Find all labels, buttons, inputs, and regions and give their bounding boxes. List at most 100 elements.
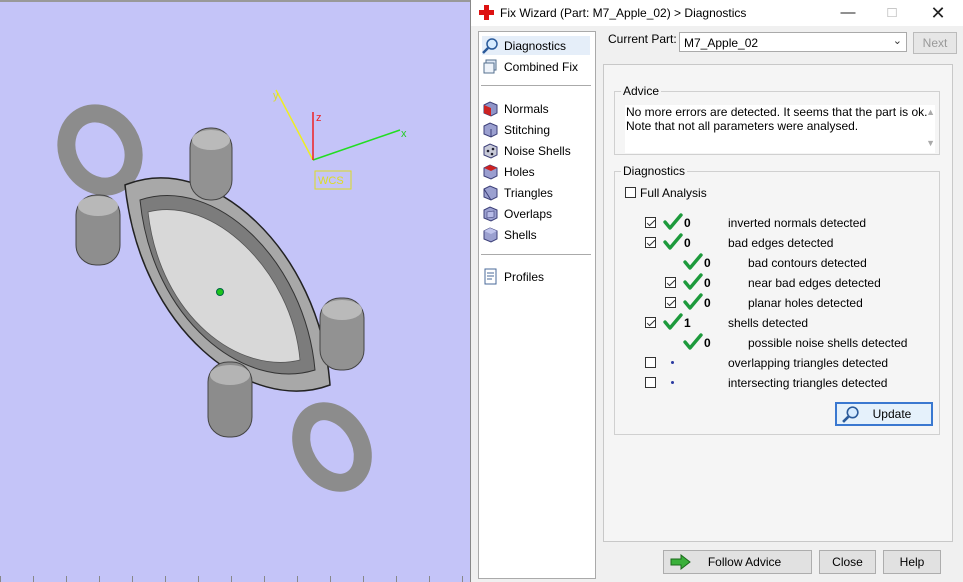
diagnostic-row-count: 0 bbox=[704, 256, 711, 270]
axis-y-label: y bbox=[273, 90, 279, 102]
advice-line-1: No more errors are detected. It seems th… bbox=[626, 105, 928, 119]
checkmark-icon bbox=[683, 293, 703, 311]
update-label: Update bbox=[872, 407, 912, 421]
not-run-dot-icon bbox=[671, 361, 674, 364]
wcs-label: WCS bbox=[318, 175, 344, 187]
advice-title: Advice bbox=[621, 84, 662, 98]
nav-label: Diagnostics bbox=[504, 38, 567, 53]
noise-shells-icon bbox=[483, 143, 498, 159]
diagnostic-row-checkbox[interactable] bbox=[645, 217, 656, 228]
nav-separator bbox=[481, 254, 591, 255]
jewelry-model[interactable] bbox=[53, 101, 375, 494]
current-part-value: M7_Apple_02 bbox=[684, 36, 759, 50]
advice-line-2: Note that not all parameters were analys… bbox=[626, 119, 859, 133]
diagnostics-group: Diagnostics Full Analysis 0 inverted norm… bbox=[614, 164, 940, 435]
overlaps-cube-icon bbox=[483, 206, 498, 222]
arrow-right-icon bbox=[670, 554, 691, 570]
nav-item-profiles[interactable]: Profiles bbox=[482, 267, 590, 286]
diagnostic-row-checkbox[interactable] bbox=[645, 377, 656, 388]
update-button[interactable]: Update bbox=[835, 402, 933, 426]
nav-item-noise-shells[interactable]: Noise Shells bbox=[482, 141, 590, 160]
diagnostics-panel: Advice No more errors are detected. It s… bbox=[603, 64, 953, 542]
close-button[interactable]: Close bbox=[819, 550, 876, 574]
nav-label: Shells bbox=[504, 227, 537, 242]
stitching-cube-icon bbox=[483, 122, 498, 138]
full-analysis-checkbox[interactable] bbox=[625, 187, 636, 198]
maximize-icon[interactable]: □ bbox=[877, 2, 907, 24]
diagnostic-row-count: 0 bbox=[684, 236, 691, 250]
chevron-down-icon: ⌄ bbox=[892, 35, 902, 47]
follow-advice-label: Follow Advice bbox=[707, 555, 782, 569]
checkmark-icon bbox=[663, 313, 683, 331]
axis-z-label: z bbox=[316, 112, 322, 124]
diagnostic-row-count: 0 bbox=[704, 276, 711, 290]
scroll-down-icon[interactable]: ▼ bbox=[926, 138, 935, 148]
diagnostic-row-count: 1 bbox=[684, 316, 691, 330]
wizard-nav-list: Diagnostics Combined Fix Normals Stitchi… bbox=[478, 31, 596, 579]
diagnostics-magnifier-icon bbox=[482, 38, 498, 54]
nav-item-overlaps[interactable]: Overlaps bbox=[482, 204, 590, 223]
minimize-icon[interactable]: — bbox=[833, 2, 863, 24]
model-view[interactable]: x y z WCS bbox=[0, 0, 470, 582]
nav-item-holes[interactable]: Holes bbox=[482, 162, 590, 181]
diagnostic-row-label: inverted normals detected bbox=[728, 216, 867, 230]
nav-item-normals[interactable]: Normals bbox=[482, 99, 590, 118]
current-part-select[interactable]: M7_Apple_02 ⌄ bbox=[679, 32, 907, 52]
checkmark-icon bbox=[683, 253, 703, 271]
holes-cube-icon bbox=[483, 164, 498, 180]
diagnostic-row-count: 0 bbox=[704, 336, 711, 350]
shells-cube-icon bbox=[483, 227, 498, 243]
nav-label: Holes bbox=[504, 164, 535, 179]
nav-item-triangles[interactable]: Triangles bbox=[482, 183, 590, 202]
diagnostic-row-label: possible noise shells detected bbox=[748, 336, 908, 350]
current-part-label: Current Part: bbox=[608, 32, 677, 46]
nav-item-shells[interactable]: Shells bbox=[482, 225, 590, 244]
title-bar[interactable]: Fix Wizard (Part: M7_Apple_02) > Diagnos… bbox=[471, 0, 963, 26]
diagnostic-row-checkbox[interactable] bbox=[645, 317, 656, 328]
nav-item-stitching[interactable]: Stitching bbox=[482, 120, 590, 139]
triangles-cube-icon bbox=[483, 185, 498, 201]
close-icon[interactable]: ✕ bbox=[923, 2, 953, 24]
normals-cube-icon bbox=[483, 101, 498, 117]
3d-viewport[interactable]: x y z WCS bbox=[0, 0, 470, 582]
combined-fix-icon bbox=[483, 59, 497, 74]
profiles-document-icon bbox=[484, 268, 497, 285]
full-analysis-label: Full Analysis bbox=[640, 186, 707, 200]
checkmark-icon bbox=[663, 233, 683, 251]
nav-label: Normals bbox=[504, 101, 549, 116]
diagnostic-row-checkbox[interactable] bbox=[665, 297, 676, 308]
advice-group: Advice No more errors are detected. It s… bbox=[614, 84, 940, 155]
fix-wizard-dialog: Fix Wizard (Part: M7_Apple_02) > Diagnos… bbox=[470, 0, 963, 582]
update-magnifier-icon bbox=[842, 406, 859, 423]
nav-label: Noise Shells bbox=[504, 143, 571, 158]
diagnostic-row-label: intersecting triangles detected bbox=[728, 376, 888, 390]
diagnostic-row-label: overlapping triangles detected bbox=[728, 356, 889, 370]
viewport-ruler bbox=[0, 576, 470, 582]
diagnostics-title: Diagnostics bbox=[621, 164, 688, 178]
nav-label: Triangles bbox=[504, 185, 553, 200]
advice-text-box[interactable]: No more errors are detected. It seems th… bbox=[625, 105, 935, 153]
nav-separator bbox=[481, 85, 591, 86]
checkmark-icon bbox=[683, 273, 703, 291]
axis-x-label: x bbox=[401, 128, 407, 140]
window-title: Fix Wizard (Part: M7_Apple_02) > Diagnos… bbox=[500, 6, 747, 20]
checkmark-icon bbox=[683, 333, 703, 351]
diagnostic-row-checkbox[interactable] bbox=[645, 237, 656, 248]
diagnostic-row-checkbox[interactable] bbox=[645, 357, 656, 368]
diagnostic-row-label: near bad edges detected bbox=[748, 276, 881, 290]
diagnostic-row-checkbox[interactable] bbox=[665, 277, 676, 288]
diagnostic-row-label: bad edges detected bbox=[728, 236, 834, 250]
scroll-up-icon[interactable]: ▲ bbox=[926, 107, 935, 117]
help-button[interactable]: Help bbox=[883, 550, 941, 574]
wcs-axes-gizmo: x y z WCS bbox=[273, 89, 407, 190]
diagnostic-row-count: 0 bbox=[684, 216, 691, 230]
nav-item-diagnostics[interactable]: Diagnostics bbox=[482, 36, 590, 55]
nav-item-combined-fix[interactable]: Combined Fix bbox=[482, 57, 590, 76]
follow-advice-button[interactable]: Follow Advice bbox=[663, 550, 812, 574]
nav-label: Stitching bbox=[504, 122, 551, 137]
next-button[interactable]: Next bbox=[913, 32, 957, 54]
nav-label: Overlaps bbox=[504, 206, 553, 221]
fix-wizard-cross-icon bbox=[479, 5, 494, 20]
diagnostic-row-label: shells detected bbox=[728, 316, 809, 330]
checkmark-icon bbox=[663, 213, 683, 231]
